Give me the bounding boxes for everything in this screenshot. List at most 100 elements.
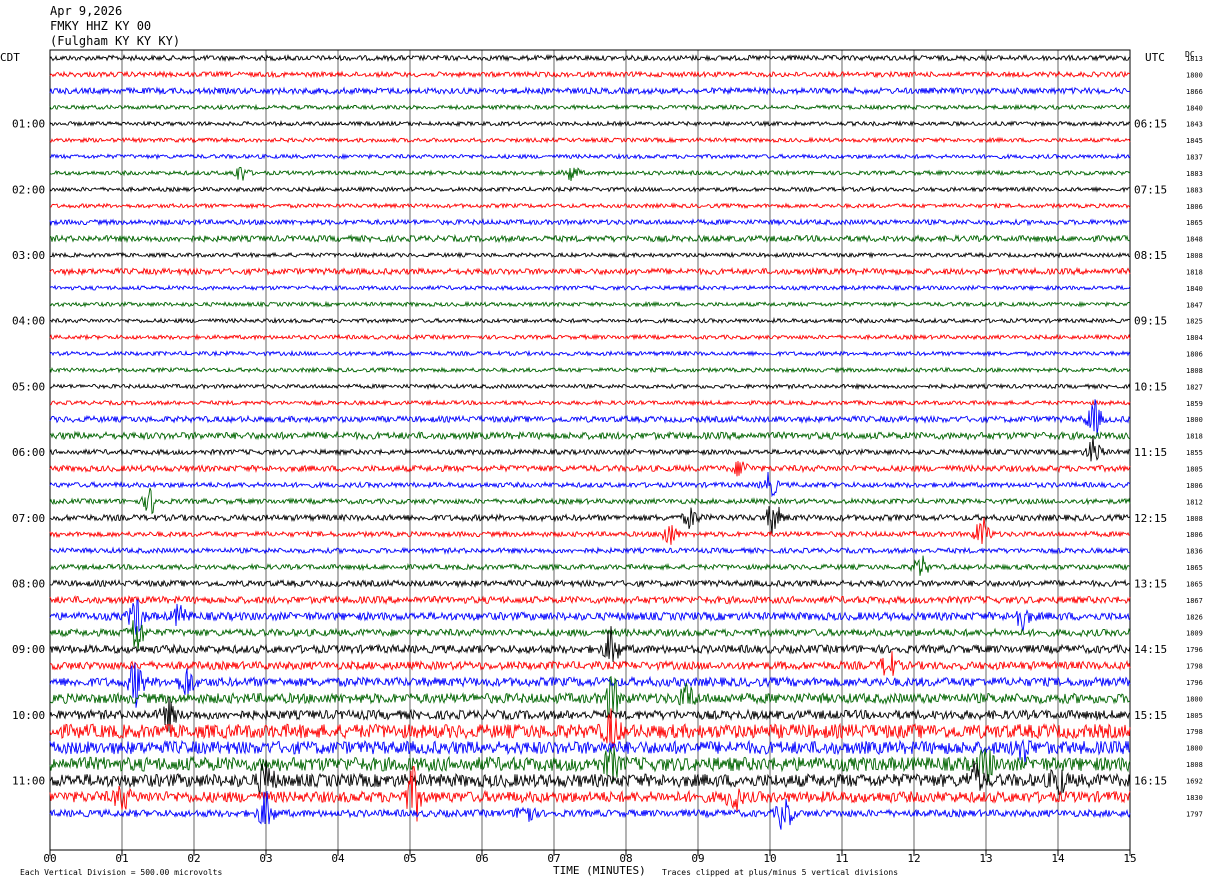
trace-line-30 [49,546,1131,555]
dc-offset-value: 1837 [1186,154,1203,162]
left-time-label: 11:00 [12,774,45,787]
trace-line-33 [49,594,1131,605]
dc-offset-value: 1806 [1186,531,1203,539]
trace-line-13 [49,266,1131,277]
trace-line-26 [49,471,1131,498]
left-time-label: 04:00 [12,315,45,328]
left-time-label: 03:00 [12,249,45,262]
trace-line-14 [49,284,1131,292]
trace-line-4 [49,119,1131,128]
dc-offset-value: 1809 [1186,630,1203,638]
dc-offset-value: 1836 [1186,548,1203,556]
trace-line-21 [49,399,1131,407]
dc-offset-value: 1883 [1186,170,1203,178]
trace-line-31 [49,555,1131,576]
left-time-label: 09:00 [12,643,45,656]
x-tick-label-11: 11 [835,852,848,865]
dc-offset-value: 1840 [1186,104,1203,112]
trace-line-12 [50,251,1131,259]
dc-offset-value: 1865 [1186,219,1203,227]
dc-offset-value: 1804 [1186,334,1203,342]
trace-line-2 [49,86,1131,96]
trace-line-22 [49,399,1131,437]
trace-line-32 [49,578,1131,589]
dc-offset-value: 1827 [1186,383,1203,391]
dc-offset-value: 1796 [1186,646,1203,654]
dc-offset-value: 1859 [1186,400,1203,408]
dc-offset-value: 1805 [1186,712,1203,720]
trace-line-18 [49,349,1131,358]
x-tick-label-02: 02 [187,852,200,865]
left-time-label: 06:00 [12,446,45,459]
dc-offset-value: 1800 [1186,695,1203,703]
left-time-label: 02:00 [12,183,45,196]
dc-offset-value: 1818 [1186,268,1203,276]
dc-offset-value: 1808 [1186,252,1203,260]
left-time-labels: 01:00 02:00 03:00 04:00 05:00 06:00 07:00 08:00… [12,118,45,788]
dc-offset-value: 1825 [1186,318,1203,326]
helicorder-chart: 00 01 02 03 04 05 06 07 08 09 10 11 12 13 14 15 01:0002… [0,49,1203,877]
left-time-label: 08:00 [12,577,45,590]
dc-offset-value: 1840 [1186,285,1203,293]
trace-line-17 [49,333,1131,341]
dc-offset-value: 1692 [1186,777,1203,785]
right-time-label: 06:15 [1134,118,1167,131]
dc-column-title: DC [1185,50,1195,59]
seismic-traces [49,53,1131,830]
x-tick-label-15: 15 [1123,852,1136,865]
dc-offset-value: 1808 [1186,515,1203,523]
trace-line-8 [49,185,1131,194]
dc-offset-value: 1808 [1186,367,1203,375]
x-tick-label-14: 14 [1051,852,1065,865]
trace-line-7 [49,166,1131,182]
right-timezone-label: UTC [1145,51,1165,64]
dc-offset-value: 1812 [1186,498,1203,506]
dc-offset-value: 1847 [1186,301,1203,309]
dc-offset-value: 1806 [1186,203,1203,211]
dc-offset-value: 1805 [1186,466,1203,474]
x-tick-label-13: 13 [979,852,992,865]
footer-clip-note: Traces clipped at plus/minus 5 vertical … [662,868,898,877]
dc-offset-value: 1830 [1186,794,1203,802]
trace-line-9 [49,202,1131,210]
x-tick-label-09: 09 [691,852,704,865]
dc-offset-labels: 1813180018661840184318451837188318831806… [1186,55,1203,818]
dc-offset-value: 1800 [1186,71,1203,79]
right-time-labels: 06:15 07:15 08:15 09:15 10:15 11:15 12:15 13:15… [1134,118,1167,788]
left-time-label: 07:00 [12,512,45,525]
right-time-label: 15:15 [1134,709,1167,722]
x-tick-label-03: 03 [259,852,272,865]
dc-offset-value: 1865 [1186,564,1203,572]
dc-offset-value: 1800 [1186,745,1203,753]
dc-offset-value: 1808 [1186,761,1203,769]
trace-line-3 [49,103,1131,111]
dc-offset-value: 1826 [1186,613,1203,621]
x-tick-label-01: 01 [115,852,128,865]
dc-offset-value: 1800 [1186,416,1203,424]
x-tick-label-12: 12 [907,852,920,865]
trace-line-23 [49,430,1131,441]
trace-line-43 [49,746,1131,783]
dc-offset-value: 1818 [1186,433,1203,441]
dc-offset-value: 1865 [1186,580,1203,588]
x-axis-ticks: 00 01 02 03 04 05 06 07 08 09 10 11 12 13 14 15 [43,850,1137,865]
x-axis-label: TIME (MINUTES) [553,864,646,877]
dc-offset-value: 1843 [1186,121,1203,129]
trace-line-29 [49,517,1131,545]
dc-offset-value: 1806 [1186,482,1203,490]
right-time-label: 13:15 [1134,577,1167,590]
dc-offset-value: 1848 [1186,236,1203,244]
right-time-label: 16:15 [1134,774,1167,787]
right-time-label: 14:15 [1134,643,1167,656]
dc-offset-value: 1883 [1186,186,1203,194]
dc-offset-value: 1798 [1186,728,1203,736]
trace-line-6 [49,152,1131,161]
dc-offset-value: 1866 [1186,88,1203,96]
trace-line-1 [49,70,1131,79]
right-time-label: 10:15 [1134,380,1167,393]
trace-line-15 [49,300,1131,308]
right-time-label: 08:15 [1134,249,1167,262]
trace-line-25 [49,460,1131,477]
x-tick-label-05: 05 [403,852,416,865]
trace-line-11 [49,233,1131,244]
